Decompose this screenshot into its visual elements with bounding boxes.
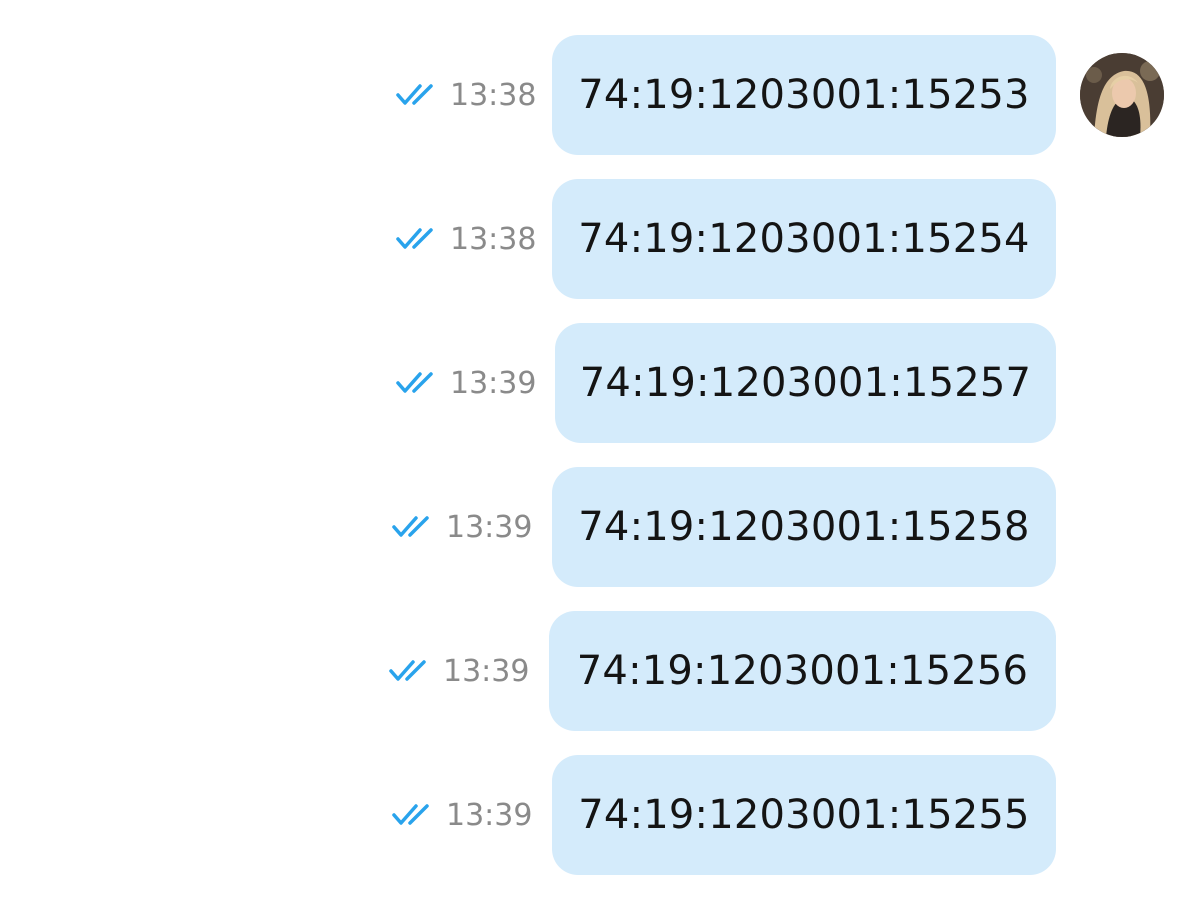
message-row: 13:39 74:19:1203001:15256 <box>0 611 1178 731</box>
message-bubble[interactable]: 74:19:1203001:15255 <box>552 755 1056 875</box>
message-meta: 13:39 <box>392 467 532 587</box>
double-check-icon <box>396 228 433 249</box>
message-meta: 13:38 <box>396 35 536 155</box>
message-bubble[interactable]: 74:19:1203001:15253 <box>552 35 1056 155</box>
message-time: 13:39 <box>446 797 533 833</box>
user-avatar[interactable] <box>1080 53 1164 137</box>
message-bubble[interactable]: 74:19:1203001:15257 <box>555 323 1056 443</box>
double-check-icon <box>396 84 433 105</box>
avatar-photo-icon <box>1080 53 1164 137</box>
message-time: 13:39 <box>443 653 530 689</box>
double-check-icon <box>392 804 429 825</box>
chat-message-list: 13:38 74:19:1203001:15253 13:38 74:19:12… <box>0 0 1178 921</box>
double-check-icon <box>392 516 429 537</box>
message-meta: 13:39 <box>392 755 532 875</box>
message-row: 13:38 74:19:1203001:15253 <box>0 35 1178 155</box>
message-bubble[interactable]: 74:19:1203001:15256 <box>549 611 1056 731</box>
message-bubble[interactable]: 74:19:1203001:15258 <box>552 467 1056 587</box>
message-row: 13:39 74:19:1203001:15255 <box>0 755 1178 875</box>
message-meta: 13:39 <box>389 611 529 731</box>
message-row: 13:39 74:19:1203001:15258 <box>0 467 1178 587</box>
message-time: 13:39 <box>446 509 533 545</box>
message-row: 13:39 74:19:1203001:15257 <box>0 323 1178 443</box>
double-check-icon <box>396 372 433 393</box>
message-bubble[interactable]: 74:19:1203001:15254 <box>552 179 1056 299</box>
message-meta: 13:38 <box>396 179 536 299</box>
message-row: 13:38 74:19:1203001:15254 <box>0 179 1178 299</box>
message-meta: 13:39 <box>396 323 536 443</box>
message-time: 13:38 <box>450 221 537 257</box>
message-time: 13:38 <box>450 77 537 113</box>
message-time: 13:39 <box>450 365 537 401</box>
double-check-icon <box>389 660 426 681</box>
